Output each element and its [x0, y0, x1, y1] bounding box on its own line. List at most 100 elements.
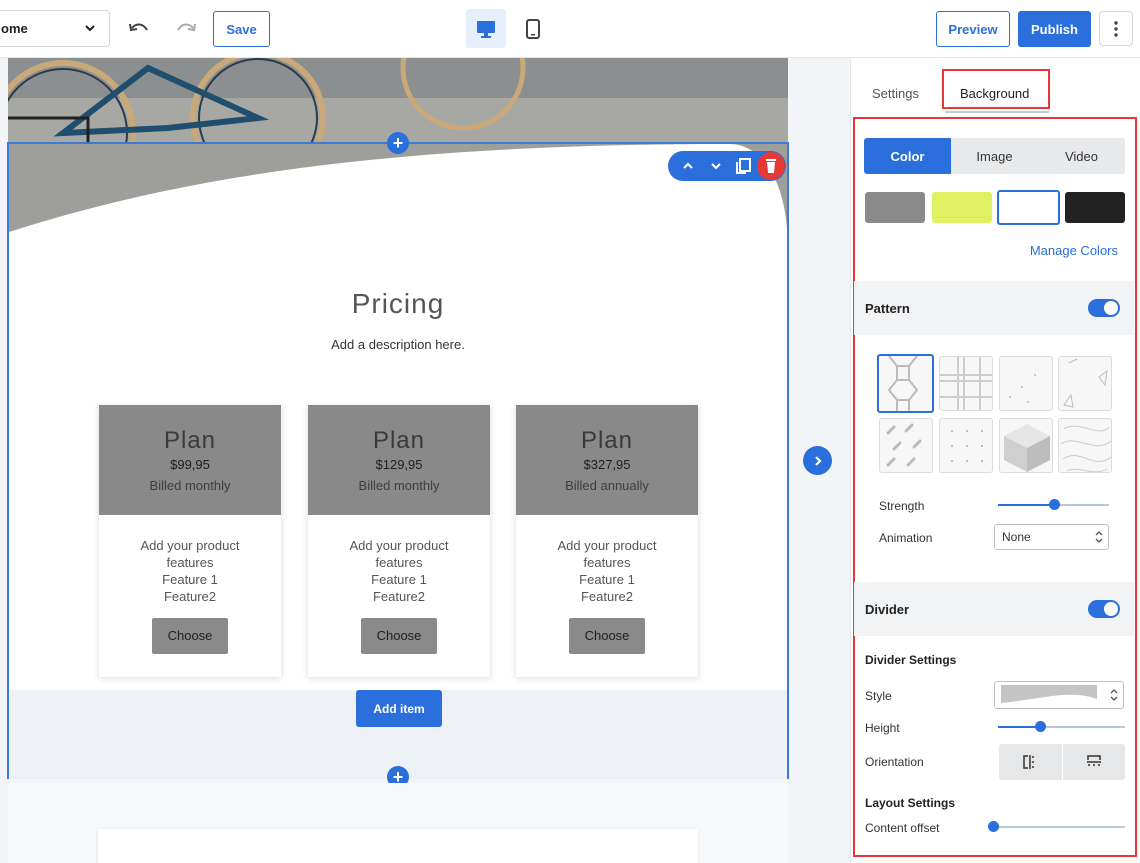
animation-select[interactable]: None — [994, 524, 1109, 550]
wave-style-preview-icon — [1001, 685, 1097, 703]
tab-settings[interactable]: Settings — [872, 86, 919, 101]
flip-horizontal-icon — [1023, 755, 1034, 769]
plan-price: $99,95 — [170, 457, 210, 472]
more-vertical-icon — [1114, 20, 1118, 37]
add-section-above-button[interactable]: + — [387, 132, 409, 154]
height-slider-knob[interactable] — [1034, 721, 1046, 732]
chevron-down-icon — [710, 163, 721, 170]
more-options-button[interactable] — [1099, 11, 1133, 46]
height-label: Height — [865, 721, 900, 735]
pricing-card-header: Plan $129,95 Billed monthly — [308, 405, 490, 515]
pattern-toggle[interactable] — [1088, 299, 1120, 317]
plan-feature: Add your product — [557, 538, 657, 553]
undo-icon — [129, 23, 148, 32]
save-button[interactable]: Save — [213, 11, 270, 47]
publish-button[interactable]: Publish — [1018, 11, 1091, 47]
strength-slider[interactable] — [998, 499, 1109, 510]
pricing-title[interactable]: Pricing — [9, 288, 787, 320]
cubes-pattern-icon — [1004, 424, 1050, 472]
expand-panel-button[interactable] — [803, 446, 832, 475]
plan-billing: Billed monthly — [358, 478, 440, 493]
add-item-button[interactable]: Add item — [356, 690, 442, 727]
tab-underline — [945, 111, 1049, 113]
topography-pattern-icon — [1060, 425, 1111, 472]
strength-slider-knob[interactable] — [1048, 499, 1060, 510]
choose-button[interactable]: Choose — [152, 618, 228, 654]
pricing-card-header: Plan $99,95 Billed monthly — [99, 405, 281, 515]
orientation-flip-horizontal-button[interactable] — [999, 744, 1063, 780]
height-slider[interactable] — [998, 721, 1125, 732]
pricing-description[interactable]: Add a description here. — [9, 337, 787, 352]
animation-select-value: None — [1002, 530, 1031, 544]
orientation-toggle-group — [999, 744, 1125, 780]
bg-type-video[interactable]: Video — [1038, 138, 1125, 174]
plan-price: $129,95 — [375, 457, 423, 472]
preview-button[interactable]: Preview — [936, 11, 1010, 47]
divider-toggle[interactable] — [1088, 600, 1120, 618]
plaid-pattern-icon — [940, 357, 992, 410]
panel-tabs: Settings Background — [851, 58, 1140, 116]
plus-icon: + — [392, 133, 404, 153]
height-slider-fill — [998, 726, 1040, 728]
bg-type-image[interactable]: Image — [951, 138, 1038, 174]
divider-label: Divider — [865, 602, 910, 617]
plan-feature: Feature 1 — [371, 572, 427, 587]
hexagon-pattern-icon — [887, 356, 919, 411]
color-swatch-lime[interactable] — [932, 192, 992, 223]
strength-label: Strength — [879, 499, 925, 513]
tab-background[interactable]: Background — [960, 86, 1029, 101]
delete-section-button[interactable] — [757, 152, 785, 180]
pattern-triangles[interactable] — [1058, 356, 1112, 411]
pattern-hexagon[interactable] — [877, 354, 934, 413]
top-toolbar: ome Save Preview Publish — [0, 0, 1140, 58]
updown-arrows-icon — [1095, 531, 1103, 543]
mobile-view-button[interactable] — [522, 15, 544, 43]
color-swatch-black[interactable] — [1065, 192, 1125, 223]
color-swatch-white-selected[interactable] — [997, 190, 1060, 225]
move-up-button[interactable] — [674, 152, 702, 180]
desktop-icon — [477, 20, 495, 38]
plan-name: Plan — [580, 427, 634, 454]
chevron-down-icon — [85, 25, 95, 32]
pricing-card[interactable]: Plan $327,95 Billed annually Add your pr… — [516, 405, 698, 677]
choose-button[interactable]: Choose — [569, 618, 645, 654]
content-offset-slider[interactable] — [988, 821, 1125, 832]
divider-row: Divider — [854, 582, 1134, 636]
pattern-leaves[interactable] — [879, 418, 933, 473]
divider-settings-heading: Divider Settings — [865, 653, 957, 667]
pattern-topography[interactable] — [1058, 418, 1112, 473]
plan-feature: Feature 1 — [162, 572, 218, 587]
undo-button[interactable] — [126, 17, 152, 41]
page-select[interactable]: ome — [0, 10, 110, 47]
content-offset-slider-knob[interactable] — [988, 821, 999, 832]
manage-colors-link[interactable]: Manage Colors — [1030, 243, 1118, 258]
redo-button[interactable] — [173, 17, 199, 41]
pattern-dots[interactable] — [999, 356, 1053, 411]
pattern-label: Pattern — [865, 301, 910, 316]
plan-feature: features — [375, 555, 423, 570]
next-section[interactable] — [8, 783, 788, 863]
pricing-card[interactable]: Plan $129,95 Billed monthly Add your pro… — [308, 405, 490, 677]
divider-style-select[interactable] — [994, 681, 1124, 709]
pricing-card-header: Plan $327,95 Billed annually — [516, 405, 698, 515]
pattern-cubes[interactable] — [999, 418, 1053, 473]
pricing-section[interactable]: Pricing Add a description here. Plan $99… — [7, 142, 789, 779]
trash-icon — [766, 159, 777, 173]
desktop-view-button[interactable] — [466, 9, 506, 48]
orientation-flip-vertical-button[interactable] — [1063, 744, 1126, 780]
flip-vertical-icon — [1086, 755, 1101, 766]
plan-name: Plan — [372, 427, 426, 454]
pattern-plaid[interactable] — [939, 356, 993, 411]
pricing-card[interactable]: Plan $99,95 Billed monthly Add your prod… — [99, 405, 281, 677]
dots-pattern-icon — [1009, 374, 1036, 403]
plan-feature: Add your product — [140, 538, 240, 553]
color-swatch-gray[interactable] — [865, 192, 925, 223]
choose-button[interactable]: Choose — [361, 618, 437, 654]
editor-canvas: Pricing Add a description here. Plan $99… — [0, 58, 850, 863]
bg-type-color[interactable]: Color — [864, 138, 951, 174]
duplicate-button[interactable] — [730, 152, 758, 180]
next-section-card — [98, 829, 698, 863]
move-down-button[interactable] — [702, 152, 730, 180]
pattern-grid-dots[interactable] — [939, 418, 993, 473]
plan-price: $327,95 — [583, 457, 631, 472]
